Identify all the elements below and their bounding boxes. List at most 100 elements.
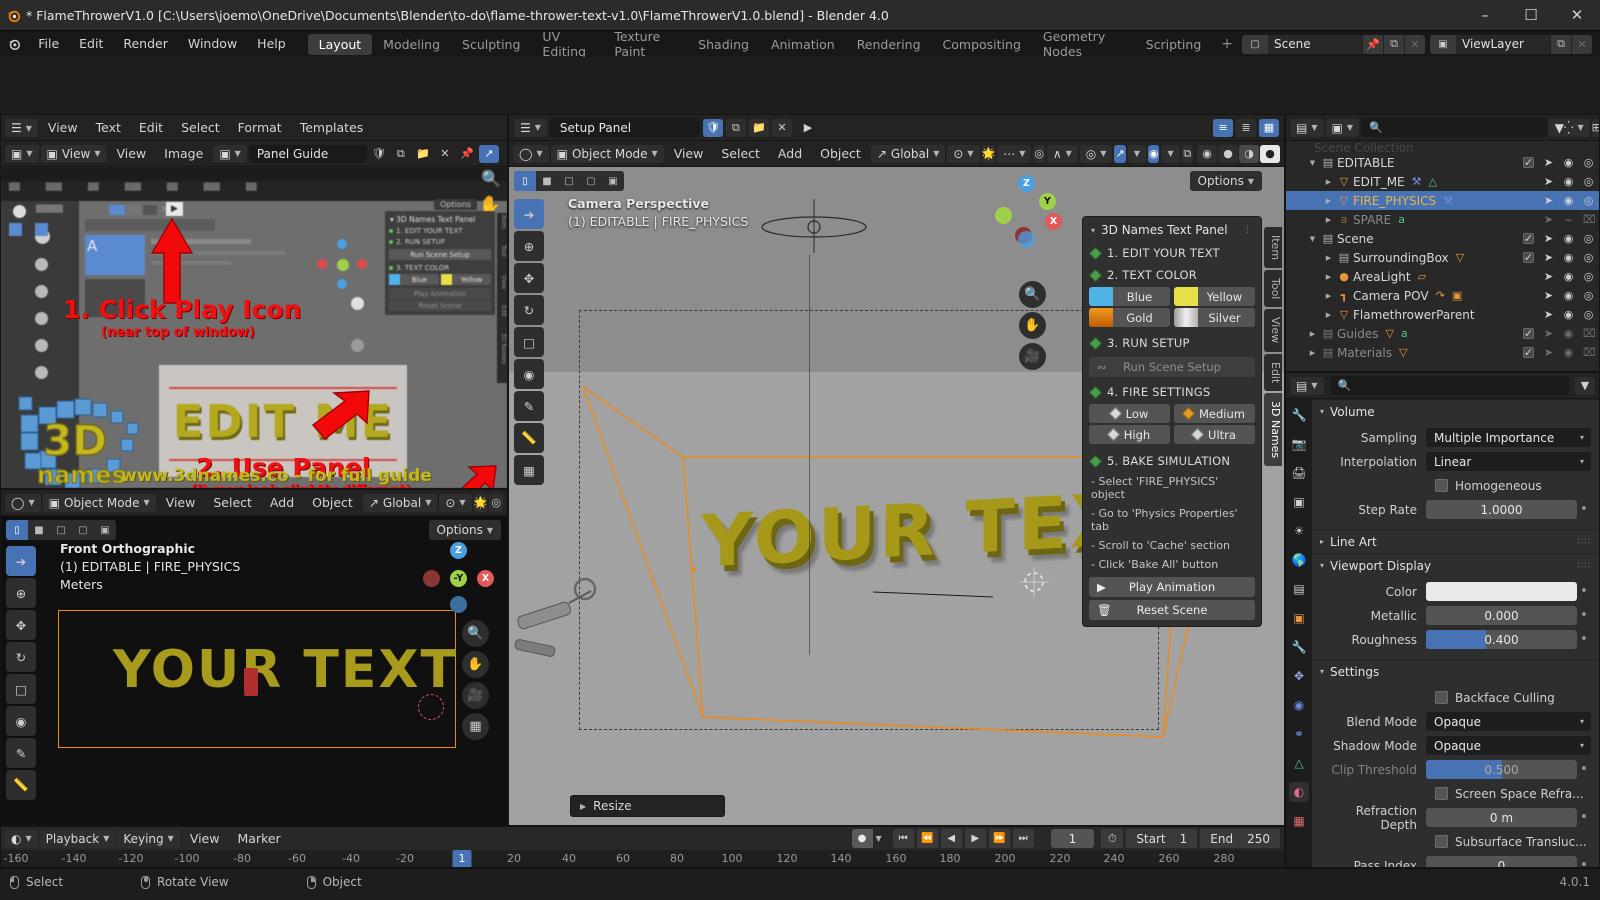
section-grip-icon[interactable]: ∷∷ xyxy=(1578,561,1591,571)
expand-arrow-icon[interactable]: ▶ xyxy=(1322,216,1335,224)
sidebar-tab-3d-names[interactable]: 3D Names xyxy=(1264,392,1282,466)
outliner-row-guides[interactable]: ▶ ▤ Guides ▽ a ✓ ➤ ◉ ⌧ xyxy=(1286,324,1599,343)
exclude-checkbox[interactable]: ✓ xyxy=(1523,327,1534,340)
use-preview-range-icon[interactable]: ⏱ xyxy=(1101,829,1124,848)
viewlayer-selector[interactable]: ▣ ViewLayer ⧉ ✕ xyxy=(1430,34,1592,54)
disable-viewport-icon[interactable]: ⌧ xyxy=(1583,327,1596,340)
outliner-row-camera-pov[interactable]: ▶ ┓ Camera POV ↷ ▣ ➤ ◉ ◎ xyxy=(1286,286,1599,305)
duplicate-text-icon[interactable]: ⧉ xyxy=(725,118,746,137)
chevron-down-icon[interactable]: ▾ xyxy=(1580,717,1584,726)
tool-rotate-icon-main[interactable]: ↻ xyxy=(514,295,544,325)
minimize-button[interactable]: – xyxy=(1462,0,1508,31)
fire-level-high[interactable]: High xyxy=(1089,425,1170,444)
tab-render-properties-icon[interactable]: 📷 xyxy=(1289,434,1309,454)
tab-data-properties-icon[interactable]: △ xyxy=(1289,753,1309,773)
tool-measure-icon-main[interactable]: 📏 xyxy=(514,423,544,453)
add-workspace-button[interactable]: + xyxy=(1212,36,1242,52)
outliner-row-edit-me[interactable]: ▶ ▽ EDIT_ME ⚒ △ ➤ ◉ ◎ xyxy=(1286,172,1599,191)
new-collection-icon[interactable]: ⊞ xyxy=(1591,118,1599,137)
editor-type-selector-image[interactable]: ▣ ▼ xyxy=(5,144,39,163)
viewport-left-menu-select[interactable]: Select xyxy=(205,490,260,516)
viewport-camera-perspective[interactable]: ◯ ▼ ▣ Object Mode ▼ View Select Add Object … xyxy=(508,140,1285,826)
select-mode-group-main[interactable]: ▯ ■ □ ▢ ▣ xyxy=(514,171,624,191)
timeline-ruler[interactable]: -160 -140 -120 -100 -80 -60 -40 -20 20 40 60 80 100 1… xyxy=(1,850,1284,867)
select-subtract-icon-left[interactable]: □ xyxy=(50,520,72,540)
chevron-down-icon[interactable]: ▾ xyxy=(1320,407,1324,416)
selectable-cursor-icon[interactable]: ➤ xyxy=(1543,289,1554,302)
viewport-main-canvas[interactable]: ▯ ■ □ ▢ ▣ Options ▼ Camera Perspective (1… xyxy=(509,167,1284,825)
property-value-roughness[interactable]: 0.400 xyxy=(1426,630,1577,649)
shading-solid-icon[interactable]: ● xyxy=(1218,144,1239,163)
unlink-text-icon[interactable]: ✕ xyxy=(771,118,792,137)
property-checkbox-backface-culling[interactable]: Backface Culling xyxy=(1320,687,1591,708)
tool-cursor-icon-left[interactable]: ⊕ xyxy=(6,578,36,608)
color-button-silver[interactable]: Silver xyxy=(1174,308,1255,327)
camera-view-button-main[interactable]: 🎥 xyxy=(1019,343,1046,370)
names-text-panel[interactable]: ▾ 3D Names Text Panel ⋮ 1. EDIT YOUR TEX… xyxy=(1082,216,1262,627)
select-box-icon-left[interactable]: ▯ xyxy=(6,520,28,540)
guide-image-canvas[interactable]: ██ ███ ██ ███ ██ ███ ██ ✕ ▶ █████ A Opti… xyxy=(1,167,507,488)
chevron-down-icon[interactable]: ▾ xyxy=(1580,741,1584,750)
sidebar-tab-edit[interactable]: Edit xyxy=(1264,353,1282,391)
property-value-step-rate[interactable]: 1.0000 xyxy=(1426,500,1577,519)
shading-material-icon[interactable]: ◑ xyxy=(1239,144,1260,163)
editor-type-selector[interactable]: ☰ ▼ xyxy=(5,119,38,137)
pan-view-button-left[interactable]: ✋ xyxy=(462,651,489,678)
timeline-menu-playback[interactable]: Playback ▼ xyxy=(39,829,116,848)
viewport-left-menu-object[interactable]: Object xyxy=(304,490,361,516)
workspace-tab-rendering[interactable]: Rendering xyxy=(846,34,932,55)
expand-arrow-icon[interactable]: ▼ xyxy=(1306,235,1319,243)
gizmo-toggle-icon[interactable]: ↗ xyxy=(478,144,499,163)
tool-annotate-icon-left[interactable]: ✎ xyxy=(6,738,36,768)
viewport-main-options[interactable]: Options ▼ xyxy=(1189,171,1262,191)
tool-rotate-icon-left[interactable]: ↻ xyxy=(6,642,36,672)
animate-property-icon[interactable]: • xyxy=(1577,810,1591,825)
line-numbers-toggle-icon[interactable]: ≡ xyxy=(1213,118,1233,137)
editor-type-selector-properties[interactable]: ▤ ▼ xyxy=(1290,376,1324,395)
unlink-image-icon[interactable]: ✕ xyxy=(435,145,455,163)
zoom-view-button-main[interactable]: 🔍 xyxy=(1019,281,1046,308)
viewport-left-toolbar[interactable]: ➔ ⊕ ✥ ↻ □ ◉ ✎ 📏 xyxy=(6,546,36,800)
image-editor-mode[interactable]: ▣ View ▼ xyxy=(40,144,107,163)
hide-eye-icon[interactable]: ◉ xyxy=(1563,156,1574,169)
sidebar-tab-item[interactable]: Item xyxy=(1264,227,1282,269)
gizmo-axis-x-main[interactable]: X xyxy=(1045,213,1062,230)
snap-magnet-icon-left[interactable]: 🌟 xyxy=(473,493,488,512)
text-menu-text[interactable]: Text xyxy=(88,115,129,141)
tab-viewlayer-properties-icon[interactable]: ▣ xyxy=(1289,492,1309,512)
jump-to-end-button[interactable]: ⏭ xyxy=(1012,829,1034,848)
select-extend-icon-left[interactable]: ■ xyxy=(28,520,50,540)
pin-text-icon[interactable]: 🛡 xyxy=(702,118,723,137)
snap-to-selector-main[interactable]: ⋯ ▼ xyxy=(997,144,1032,163)
property-value-sampling[interactable]: Multiple Importance ▾ xyxy=(1426,428,1591,447)
selectable-cursor-icon[interactable]: ➤ xyxy=(1543,156,1554,169)
property-checkbox-subsurface-transluc-[interactable]: Subsurface Transluc... xyxy=(1320,831,1591,852)
pin-image-icon[interactable]: 📌 xyxy=(457,145,477,163)
select-box-icon-main[interactable]: ▯ xyxy=(514,171,536,191)
selectable-cursor-icon[interactable]: ➤ xyxy=(1543,194,1554,207)
start-frame-field[interactable]: Start 1 xyxy=(1126,829,1198,848)
property-value-interpolation[interactable]: Linear ▾ xyxy=(1426,452,1591,471)
gizmo-axis-y-main[interactable]: Y xyxy=(1039,193,1056,210)
property-value-metallic[interactable]: 0.000 xyxy=(1426,606,1577,625)
text-menu-select[interactable]: Select xyxy=(173,115,228,141)
property-value-clip-threshold[interactable]: 0.500 xyxy=(1426,760,1577,779)
selectable-cursor-icon[interactable]: ➤ xyxy=(1543,308,1554,321)
duplicate-image-icon[interactable]: ⧉ xyxy=(391,145,411,163)
workspace-tab-animation[interactable]: Animation xyxy=(760,34,846,55)
outliner-row-fire-physics[interactable]: ▶ ▽ FIRE_PHYSICS ⚒ ➤ ◉ ◎ xyxy=(1286,191,1599,210)
outliner-row-surroundingbox[interactable]: ▶ ▤ SurroundingBox ▽ ✓ ➤ ◉ ◎ xyxy=(1286,248,1599,267)
remove-viewlayer-icon[interactable]: ✕ xyxy=(1571,34,1592,54)
chevron-down-icon[interactable]: ▾ xyxy=(1580,457,1584,466)
workspace-tab-compositing[interactable]: Compositing xyxy=(932,34,1032,55)
hide-eye-icon[interactable]: ◉ xyxy=(1563,346,1574,359)
zoom-view-button-left[interactable]: 🔍 xyxy=(462,620,489,647)
workspace-tab-scripting[interactable]: Scripting xyxy=(1135,34,1213,55)
properties-section-viewport-display[interactable]: ▾ Viewport Display ∷∷ xyxy=(1312,553,1599,577)
expand-arrow-icon[interactable]: ▶ xyxy=(1306,330,1319,338)
properties-search-input[interactable]: 🔍 xyxy=(1329,376,1569,395)
property-checkbox-screen-space-refra-[interactable]: Screen Space Refra... xyxy=(1320,783,1591,804)
selectable-cursor-icon[interactable]: ➤ xyxy=(1543,251,1554,264)
hide-eye-icon[interactable]: ⌣ xyxy=(1563,213,1574,227)
select-intersect-icon-main[interactable]: ▣ xyxy=(602,171,624,191)
